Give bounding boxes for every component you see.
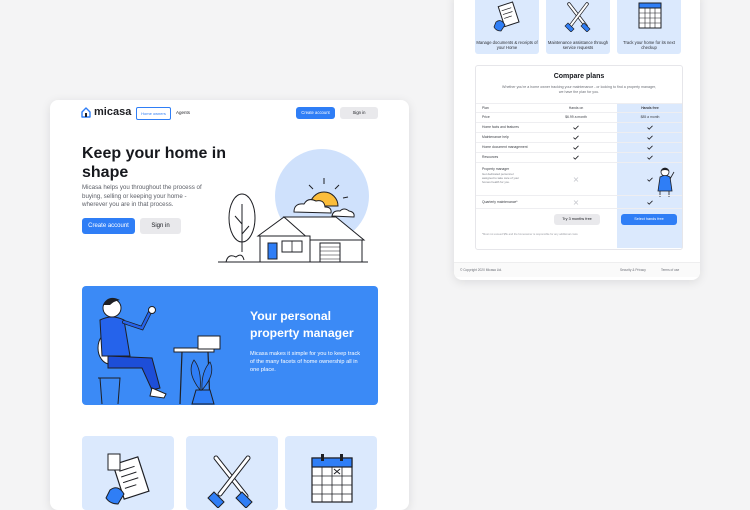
calendar-icon [311,454,353,503]
check-icon [573,155,579,160]
compare-plans-subtitle: Whether you're a home owner tracking you… [502,85,656,94]
landing-page-preview: micasa Home owners Agents Create account… [50,100,409,510]
hero-create-account-button[interactable]: Create account [82,218,135,234]
check-icon [573,145,579,150]
check-icon [647,125,653,130]
nav-sign-in-button[interactable]: Sign in [340,107,378,119]
compare-plans-table: Compare plans Whether you're a home owne… [475,65,683,250]
cross-icon [573,200,579,205]
price-hands-free: $85 a month [640,115,660,119]
footer: © Copyright 2020 Micasa Ltd. Security & … [454,262,700,277]
nav-home-owners[interactable]: Home owners [136,107,171,120]
nav-create-account-button[interactable]: Create account [296,107,335,119]
tools-icon [564,2,591,32]
row-label-home-documents: Home document management [482,145,528,149]
calendar-icon [638,2,662,29]
row-label-price: Price [482,115,490,119]
property-manager-banner: Your personal property manager Micasa ma… [82,286,378,405]
property-manager-title: Your personal property manager [250,309,354,340]
header-plan: Plan [482,106,489,110]
hero-subtitle: Micasa helps you throughout the process … [82,184,202,209]
plans-footnote: *Must not exceed $5k and the homeowner i… [482,233,578,236]
row-label-quarterly-maintenance: Quarterly maintenance* [482,200,518,204]
feature-card-documents[interactable] [82,436,174,510]
check-icon [573,125,579,130]
pricing-page-preview: Manage documents & receipts of your Home… [454,0,700,280]
house-logo-icon [81,106,91,118]
row-detail-property-manager: Get dedicated personnel assigned to take… [482,172,520,184]
house-illustration [218,149,369,263]
footer-security-link[interactable]: Security & Privacy [620,268,646,272]
feature-card-checkup[interactable] [285,436,377,510]
header-hands-free: Hands free [641,106,659,110]
feature-maintenance-text: Maintenance assistance through service r… [547,40,609,51]
check-icon [647,135,653,140]
try-free-button[interactable]: Try 3 months free [554,214,600,225]
feature-documents-text: Manage documents & receipts of your Home [476,40,538,51]
footer-terms-link[interactable]: Terms of use [661,268,679,272]
person-waving-illustration [657,167,675,197]
row-label-maintenance-help: Maintenance help [482,135,509,139]
hero-title: Keep your home in shape [82,145,227,181]
cross-icon [573,177,579,182]
brand-name: micasa [94,106,132,118]
check-icon [647,155,653,160]
feature-checkup-text: Track your home for its next checkup [623,40,675,51]
check-icon [647,145,653,150]
feature-card-maintenance[interactable] [186,436,278,510]
row-label-property-manager: Property manager [482,167,510,171]
document-icon [493,1,520,32]
property-manager-text: Micasa makes it simple for you to keep t… [250,351,361,373]
top-nav: micasa Home owners Agents Create account… [50,100,409,126]
select-hands-free-button[interactable]: Select hands free [621,214,677,225]
footer-copyright: © Copyright 2020 Micasa Ltd. [460,267,503,272]
price-hands-on: $6.99 a month [565,115,587,119]
row-label-resources: Resources [482,155,499,159]
check-icon [647,177,653,182]
compare-plans-title: Compare plans [553,73,605,80]
row-label-home-facts: Home facts and features [482,125,519,129]
brand-logo[interactable]: micasa [81,106,131,118]
nav-agents[interactable]: Agents [176,107,190,118]
check-icon [647,200,653,205]
person-at-desk-illustration [97,297,221,405]
header-hands-on: Hands on [568,106,584,110]
hero-sign-in-button[interactable]: Sign in [140,218,181,234]
check-icon [573,135,579,140]
